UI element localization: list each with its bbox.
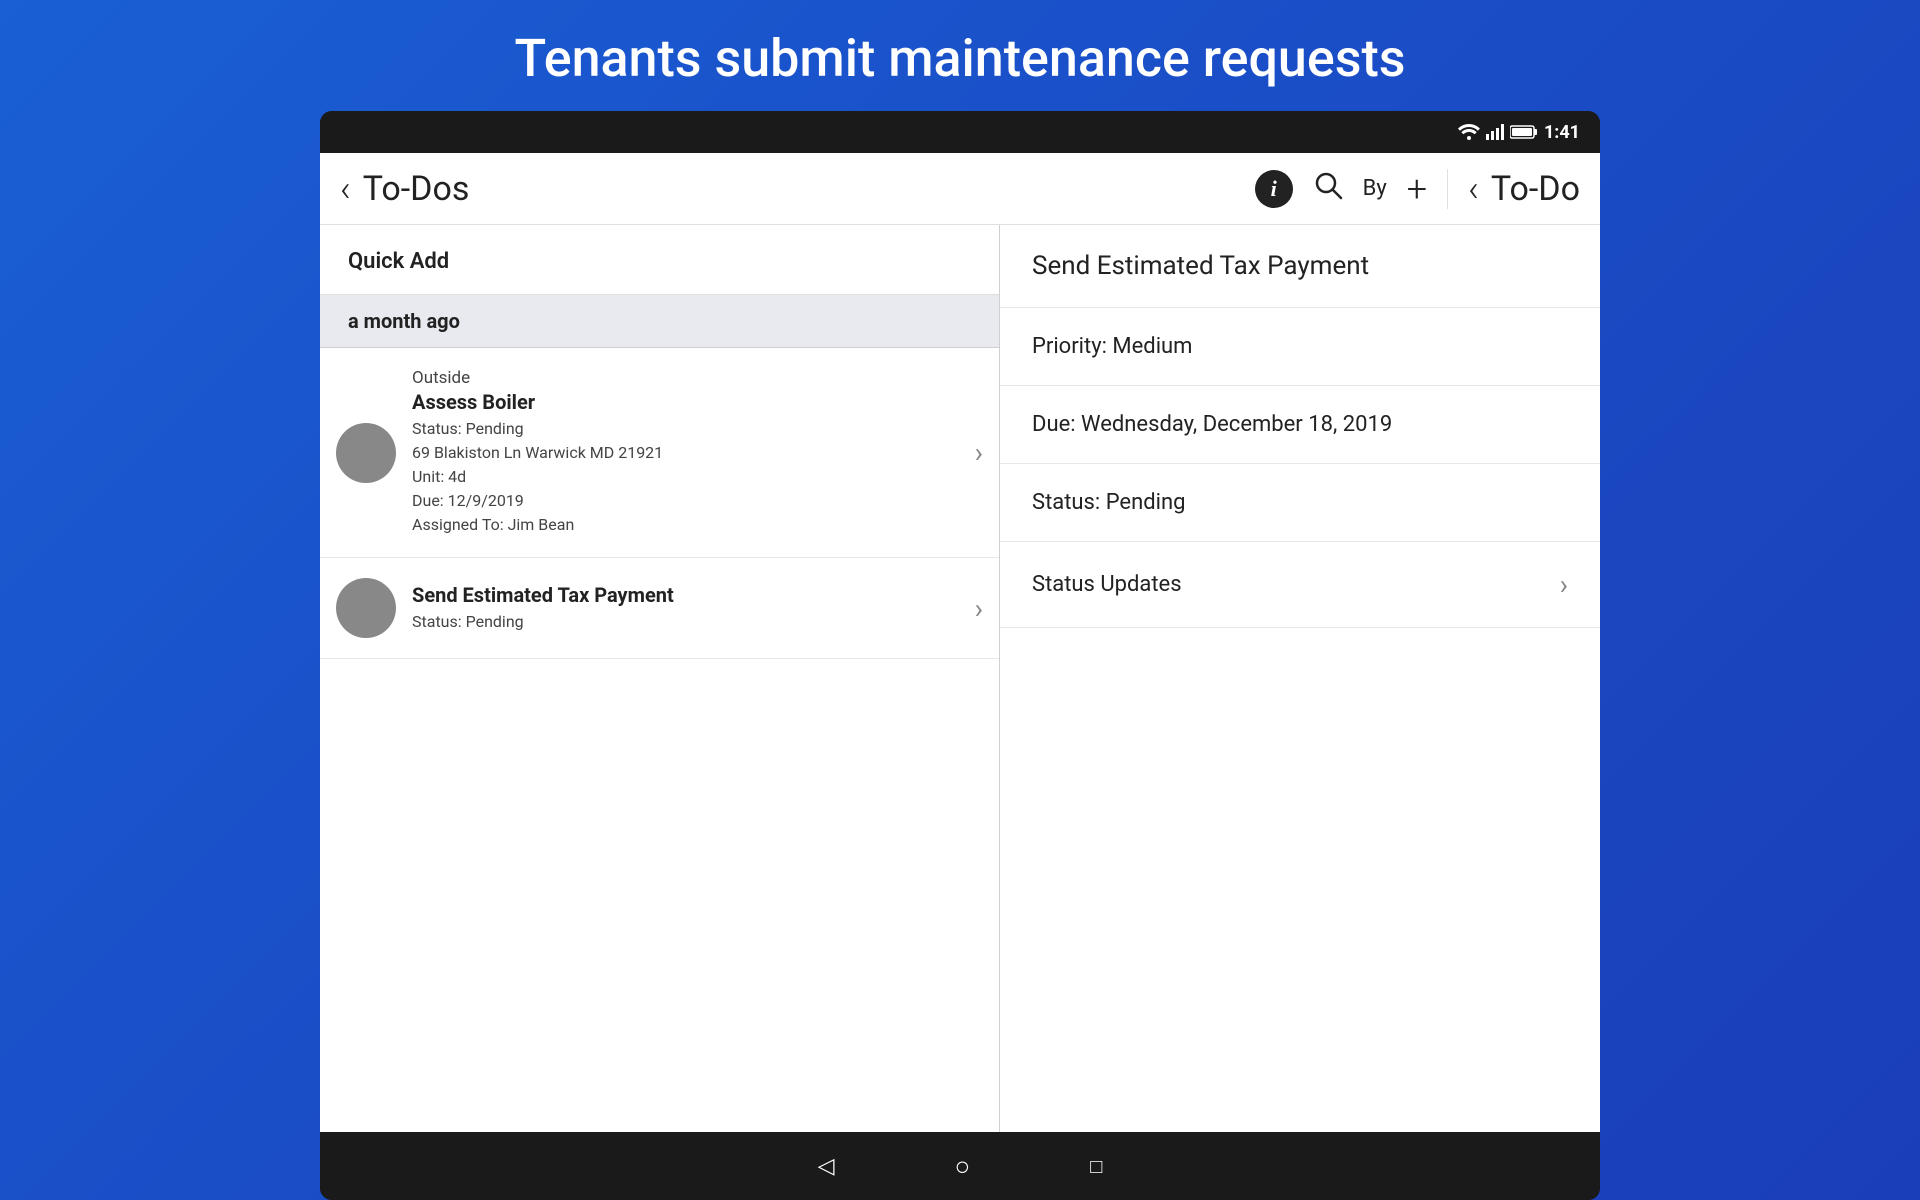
status-bar: 1:41 xyxy=(320,111,1600,153)
status-icons: 1:41 xyxy=(1458,122,1580,143)
add-button[interactable]: + xyxy=(1407,168,1427,210)
item-detail: Status: Pending 69 Blakiston Ln Warwick … xyxy=(412,417,959,537)
quick-add-label: Quick Add xyxy=(348,249,449,274)
toolbar: ‹ To-Dos i By + ‹ To-Do xyxy=(320,153,1600,225)
wifi-icon xyxy=(1458,124,1480,140)
toolbar-title: To-Dos xyxy=(363,169,470,209)
time-label: a month ago xyxy=(348,309,460,333)
avatar xyxy=(336,423,396,483)
by-label: By xyxy=(1363,176,1387,201)
item-title: Assess Boiler xyxy=(412,390,959,414)
app-content: ‹ To-Dos i By + ‹ To-Do xyxy=(320,153,1600,1132)
detail-priority-row: Priority: Medium xyxy=(1000,308,1600,386)
left-panel: Quick Add a month ago Outside Assess Boi… xyxy=(320,225,1000,1132)
chevron-right-icon: › xyxy=(1560,568,1568,601)
list-item[interactable]: Outside Assess Boiler Status: Pending 69… xyxy=(320,348,999,558)
page-header-banner: Tenants submit maintenance requests xyxy=(0,0,1920,111)
detail-due-row: Due: Wednesday, December 18, 2019 xyxy=(1000,386,1600,464)
detail-title-row: Send Estimated Tax Payment xyxy=(1000,225,1600,308)
avatar xyxy=(336,578,396,638)
todo-item-content: Outside Assess Boiler Status: Pending 69… xyxy=(412,368,959,537)
back-button-2[interactable]: ‹ xyxy=(1468,168,1479,210)
signal-icon xyxy=(1486,124,1504,140)
main-area: Quick Add a month ago Outside Assess Boi… xyxy=(320,225,1600,1132)
item-title: Send Estimated Tax Payment xyxy=(412,583,959,607)
back-button[interactable]: ‹ xyxy=(340,168,351,210)
time-section: a month ago xyxy=(320,295,999,348)
detail-status-updates-row[interactable]: Status Updates › xyxy=(1000,542,1600,628)
nav-home-button[interactable]: ○ xyxy=(955,1151,971,1182)
detail-title: Send Estimated Tax Payment xyxy=(1032,251,1369,281)
status-updates-label: Status Updates xyxy=(1032,572,1182,597)
todo-section-title: To-Do xyxy=(1491,169,1580,209)
search-button[interactable] xyxy=(1313,170,1343,208)
detail-priority: Priority: Medium xyxy=(1032,334,1192,359)
detail-status: Status: Pending xyxy=(1032,490,1186,515)
chevron-right-icon: › xyxy=(975,436,983,469)
chevron-right-icon: › xyxy=(975,592,983,625)
quick-add-section: Quick Add xyxy=(320,225,999,295)
todo-list[interactable]: Outside Assess Boiler Status: Pending 69… xyxy=(320,348,999,1132)
status-time: 1:41 xyxy=(1544,122,1580,143)
device-frame: 1:41 ‹ To-Dos i By + xyxy=(320,111,1600,1200)
detail-status-row: Status: Pending xyxy=(1000,464,1600,542)
item-detail: Status: Pending xyxy=(412,610,959,634)
battery-icon xyxy=(1510,124,1538,140)
list-item[interactable]: Send Estimated Tax Payment Status: Pendi… xyxy=(320,558,999,659)
info-button[interactable]: i xyxy=(1255,170,1293,208)
nav-back-button[interactable]: ◁ xyxy=(818,1154,835,1179)
right-panel: Send Estimated Tax Payment Priority: Med… xyxy=(1000,225,1600,1132)
item-location: Outside xyxy=(412,368,959,388)
todo-item-content: Send Estimated Tax Payment Status: Pendi… xyxy=(412,583,959,634)
detail-due: Due: Wednesday, December 18, 2019 xyxy=(1032,412,1392,437)
bottom-nav: ◁ ○ □ xyxy=(320,1132,1600,1200)
nav-recent-button[interactable]: □ xyxy=(1090,1154,1102,1179)
